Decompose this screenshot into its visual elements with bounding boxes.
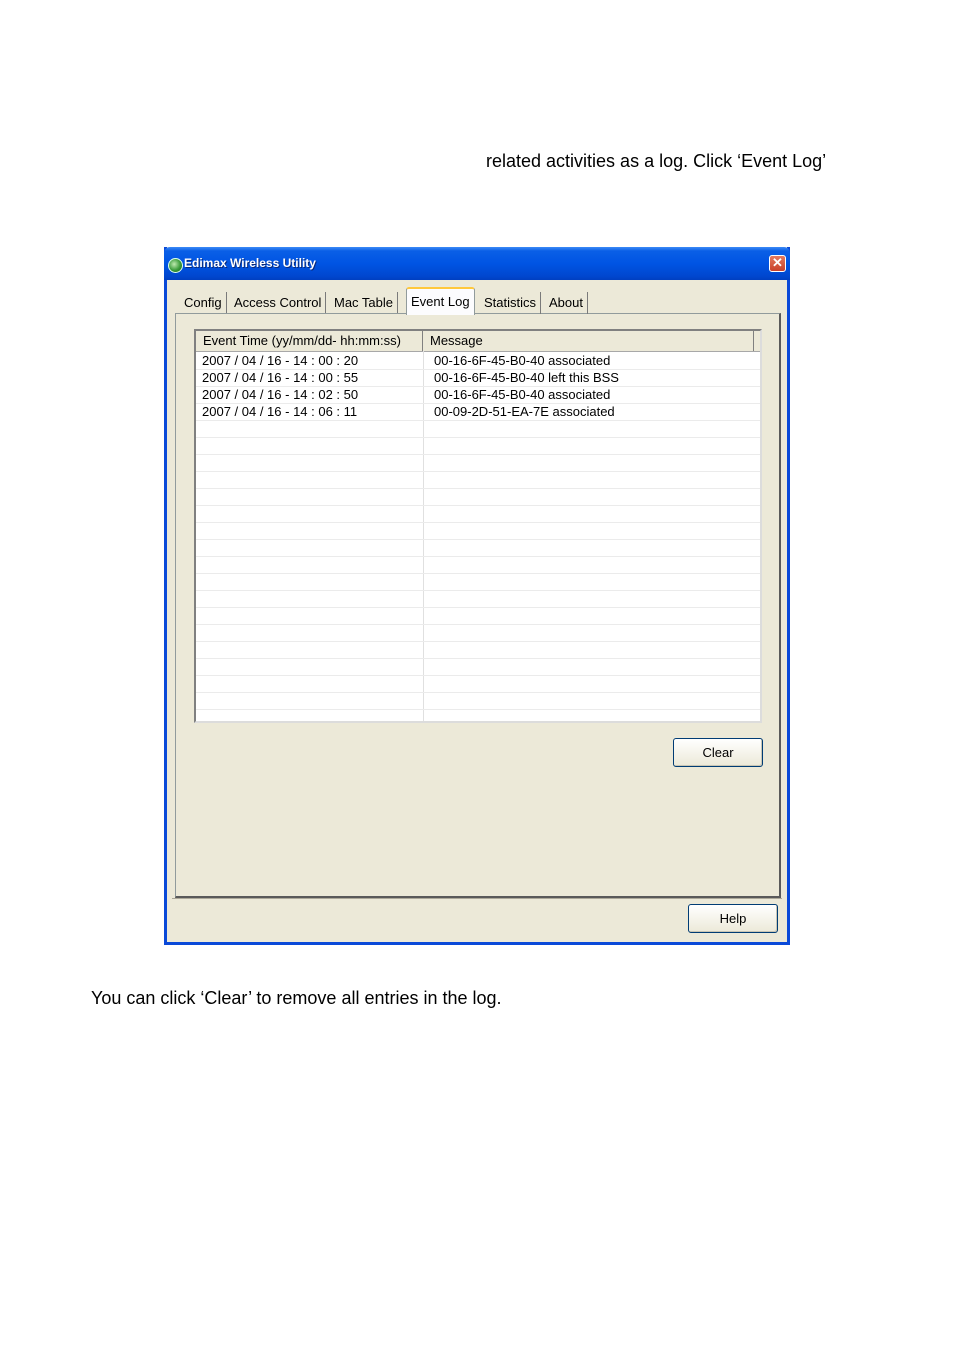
message-cell: 00-09-2D-51-EA-7E associated — [434, 404, 615, 419]
empty-row — [196, 488, 760, 506]
event-time-cell: 2007 / 04 / 16 - 14 : 00 : 55 — [202, 370, 359, 385]
empty-row — [196, 454, 760, 472]
empty-row — [196, 539, 760, 557]
table-row[interactable]: 2007 / 04 / 16 - 14 : 02 : 50 00-16-6F-45… — [196, 386, 760, 404]
help-button[interactable]: Help — [688, 904, 778, 933]
message-cell: 00-16-6F-45-B0-40 associated — [434, 353, 611, 368]
empty-row — [196, 590, 760, 608]
window-title: Edimax Wireless Utility — [184, 256, 316, 270]
clear-button[interactable]: Clear — [673, 738, 763, 767]
empty-row — [196, 573, 760, 591]
column-header-event-time[interactable]: Event Time (yy/mm/dd- hh:mm:ss) — [196, 331, 423, 351]
message-cell: 00-16-6F-45-B0-40 associated — [434, 387, 611, 402]
empty-row — [196, 420, 760, 438]
utility-window: Edimax Wireless Utility ✕ Config Access … — [164, 247, 790, 945]
message-cell: 00-16-6F-45-B0-40 left this BSS — [434, 370, 619, 385]
tab-mac-table[interactable]: Mac Table — [330, 292, 399, 314]
empty-row — [196, 692, 760, 710]
tab-config[interactable]: Config — [180, 292, 227, 314]
outro-paragraph: You can click ‘Clear’ to remove all entr… — [91, 988, 502, 1008]
column-header-message[interactable]: Message — [423, 331, 754, 351]
intro-paragraph: related activities as a log. Click ‘Even… — [486, 151, 827, 171]
list-header: Event Time (yy/mm/dd- hh:mm:ss) Message — [196, 331, 760, 352]
table-row[interactable]: 2007 / 04 / 16 - 14 : 00 : 20 00-16-6F-45… — [196, 352, 760, 370]
empty-row — [196, 505, 760, 523]
event-time-cell: 2007 / 04 / 16 - 14 : 06 : 11 — [202, 404, 358, 419]
tab-statistics[interactable]: Statistics — [480, 292, 542, 314]
empty-row — [196, 709, 760, 721]
empty-row — [196, 556, 760, 574]
table-row[interactable]: 2007 / 04 / 16 - 14 : 06 : 11 00-09-2D-51… — [196, 403, 760, 421]
empty-row — [196, 522, 760, 540]
event-log-list[interactable]: Event Time (yy/mm/dd- hh:mm:ss) Message … — [194, 329, 762, 723]
event-log-panel: Event Time (yy/mm/dd- hh:mm:ss) Message … — [175, 313, 781, 898]
tab-access-control[interactable]: Access Control — [230, 292, 327, 314]
tab-about[interactable]: About — [545, 292, 588, 314]
title-bar[interactable]: Edimax Wireless Utility ✕ — [164, 247, 790, 280]
empty-row — [196, 624, 760, 642]
empty-row — [196, 607, 760, 625]
divider — [172, 898, 782, 899]
close-button[interactable]: ✕ — [769, 255, 786, 272]
empty-row — [196, 675, 760, 693]
empty-row — [196, 437, 760, 455]
table-row[interactable]: 2007 / 04 / 16 - 14 : 00 : 55 00-16-6F-45… — [196, 369, 760, 387]
empty-row — [196, 471, 760, 489]
event-time-cell: 2007 / 04 / 16 - 14 : 02 : 50 — [202, 387, 359, 402]
tab-event-log[interactable]: Event Log — [406, 287, 475, 315]
empty-row — [196, 641, 760, 659]
edimax-app-icon — [168, 258, 183, 273]
event-time-cell: 2007 / 04 / 16 - 14 : 00 : 20 — [202, 353, 359, 368]
empty-row — [196, 658, 760, 676]
